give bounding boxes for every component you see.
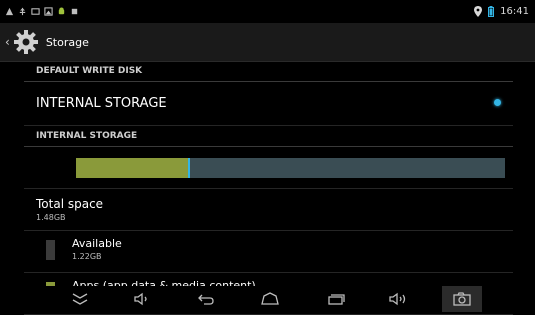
screenshot-icon — [453, 292, 471, 306]
clock: 16:41 — [500, 6, 529, 17]
storage-usage-bar — [76, 157, 505, 178]
option-label: INTERNAL STORAGE — [36, 96, 167, 111]
available-color-swatch — [46, 240, 55, 260]
system-tray: 16:41 — [474, 0, 529, 23]
usage-fill-edge — [188, 157, 190, 178]
square-icon — [71, 8, 78, 15]
available-label: Available — [72, 237, 122, 250]
recents-button[interactable] — [316, 286, 356, 312]
android-icon — [58, 7, 65, 15]
default-write-disk-header: DEFAULT WRITE DISK — [24, 61, 513, 82]
volume-down-button[interactable] — [122, 286, 162, 312]
storage-item-available[interactable]: Available 1.22GB — [24, 231, 513, 273]
gear-icon[interactable] — [12, 28, 40, 56]
navigation-bar — [0, 286, 535, 312]
location-icon — [474, 6, 483, 17]
image-icon — [44, 7, 53, 16]
hide-keyboard-icon — [72, 293, 88, 305]
home-button[interactable] — [250, 286, 290, 312]
internal-storage-option[interactable]: INTERNAL STORAGE — [24, 82, 513, 126]
total-space-label: Total space — [36, 197, 104, 211]
total-space-value: 1.48GB — [36, 213, 66, 222]
status-bar: 16:41 — [0, 0, 535, 23]
storage-icon — [31, 8, 40, 15]
usage-fill-apps — [76, 157, 188, 178]
page-title: Storage — [45, 35, 89, 49]
volume-up-icon — [389, 292, 406, 306]
battery-icon — [488, 6, 495, 17]
back-button[interactable] — [186, 286, 226, 312]
action-bar: ‹ Storage — [0, 23, 535, 62]
volume-up-button[interactable] — [378, 286, 418, 312]
screenshot-button[interactable] — [442, 286, 482, 312]
total-space-row[interactable]: Total space 1.48GB — [24, 189, 513, 231]
storage-settings-list: DEFAULT WRITE DISK INTERNAL STORAGE INTE… — [24, 61, 513, 315]
usage-bar-row — [24, 147, 513, 189]
radio-selected-icon[interactable] — [494, 99, 501, 106]
recents-icon — [328, 294, 345, 305]
available-value: 1.22GB — [72, 252, 102, 261]
volume-down-icon — [134, 292, 147, 306]
usb-icon — [19, 7, 26, 16]
hide-keyboard-button[interactable] — [60, 286, 100, 312]
warning-icon — [5, 7, 14, 16]
internal-storage-header: INTERNAL STORAGE — [24, 126, 513, 147]
back-icon — [198, 294, 214, 305]
home-icon — [261, 292, 279, 305]
notification-icons — [0, 7, 79, 16]
up-navigation-icon[interactable]: ‹ — [5, 35, 10, 49]
